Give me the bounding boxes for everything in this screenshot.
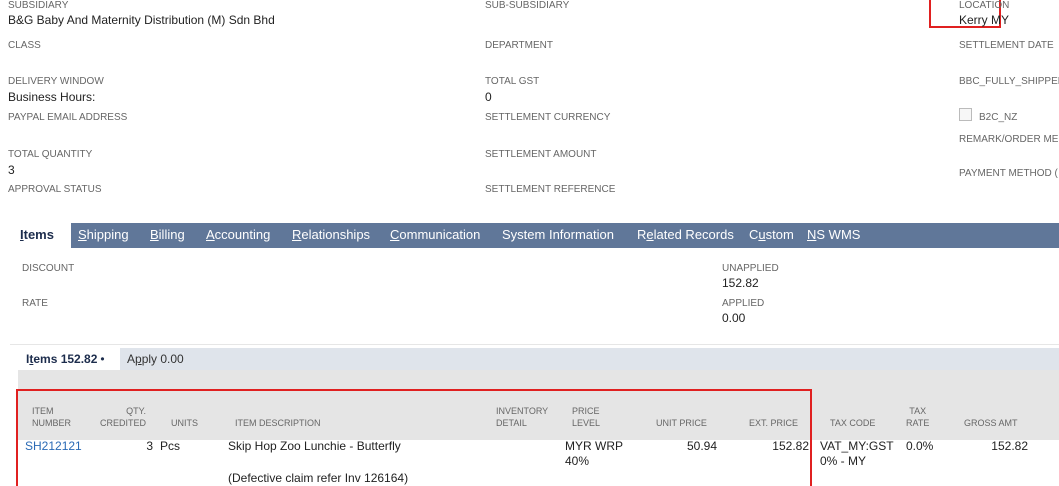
settlement-reference-label: SETTLEMENT REFERENCE	[485, 184, 616, 195]
sub-subsidiary-label: SUB-SUBSIDIARY	[485, 0, 570, 11]
delivery-window-value: Business Hours:	[8, 90, 96, 104]
settlement-amount-label: SETTLEMENT AMOUNT	[485, 149, 597, 160]
approval-status-label: APPROVAL STATUS	[8, 184, 102, 195]
tab-accounting[interactable]: Accounting	[206, 223, 270, 248]
department-label: DEPARTMENT	[485, 40, 553, 51]
total-quantity-value: 3	[8, 163, 15, 177]
location-label: LOCATION	[959, 0, 1010, 11]
bbc-fully-shipped-label: BBC_FULLY_SHIPPED	[959, 76, 1059, 87]
applied-label: APPLIED	[722, 298, 765, 309]
subsidiary-value: B&G Baby And Maternity Distribution (M) …	[8, 13, 275, 27]
tab-relationships[interactable]: Relationships	[292, 223, 370, 248]
tab-ns-wms[interactable]: NS WMS	[807, 223, 860, 248]
subtab-bar: Items Shipping Billing Accounting Relati…	[10, 223, 1059, 248]
tab-shipping[interactable]: Shipping	[78, 223, 129, 248]
tab-billing[interactable]: Billing	[150, 223, 185, 248]
tax-rate-value: 0.0%	[906, 439, 934, 453]
col-gross-amt: GROSS AMT	[964, 418, 1018, 428]
tax-code-value: VAT_MY:GST 0% - MY	[820, 439, 894, 468]
remark-order-label: REMARK/ORDER ME	[959, 134, 1059, 145]
total-gst-value: 0	[485, 90, 492, 104]
gross-amt-value: 152.82	[991, 439, 1028, 453]
applied-value: 0.00	[722, 311, 746, 325]
discount-label: DISCOUNT	[22, 263, 75, 274]
tab-system-information[interactable]: System Information	[502, 223, 614, 248]
items-panel	[10, 248, 1059, 345]
b2c-nz-label: B2C_NZ	[979, 112, 1018, 123]
subsidiary-label: SUBSIDIARY	[8, 0, 69, 11]
paypal-email-label: PAYPAL EMAIL ADDRESS	[8, 112, 128, 123]
total-gst-label: TOTAL GST	[485, 76, 540, 87]
unapplied-value: 152.82	[722, 276, 759, 290]
col-tax-code: TAX CODE	[830, 418, 876, 428]
tab-related-records[interactable]: Related Records	[637, 223, 734, 248]
tab-custom[interactable]: Custom	[749, 223, 794, 248]
tab-items[interactable]: Items	[10, 223, 71, 248]
item-grid-highlight-box	[16, 389, 812, 486]
subtab-items[interactable]: Items 152.82 •	[26, 352, 105, 366]
class-label: CLASS	[8, 40, 41, 51]
settlement-date-label: SETTLEMENT DATE	[959, 40, 1054, 51]
col-tax-rate: TAX RATE	[906, 406, 930, 428]
payment-method-label: PAYMENT METHOD (	[959, 168, 1058, 179]
b2c-nz-checkbox[interactable]	[959, 108, 972, 121]
delivery-window-label: DELIVERY WINDOW	[8, 76, 104, 87]
settlement-currency-label: SETTLEMENT CURRENCY	[485, 112, 611, 123]
unapplied-label: UNAPPLIED	[722, 263, 779, 274]
tab-communication[interactable]: Communication	[390, 223, 480, 248]
total-quantity-label: TOTAL QUANTITY	[8, 149, 93, 160]
subtab-apply[interactable]: Apply 0.00	[127, 352, 184, 366]
rate-label: RATE	[22, 298, 48, 309]
location-value: Kerry MY	[959, 13, 1010, 27]
